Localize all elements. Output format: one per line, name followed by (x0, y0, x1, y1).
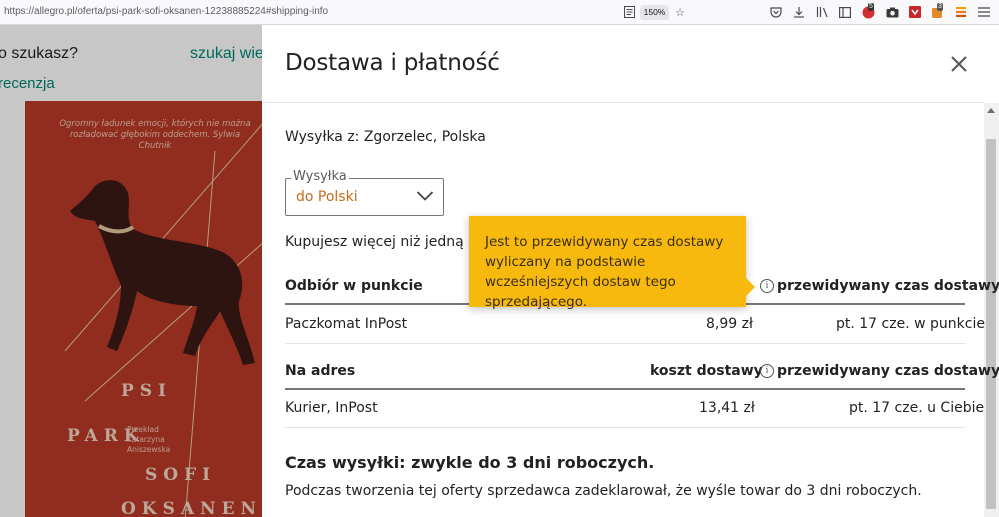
delivery-time: pt. 17 cze. u Ciebie (849, 400, 985, 416)
modal-header: Dostawa i płatność (262, 25, 984, 103)
row-divider (285, 343, 965, 344)
delivery-price: 8,99 zł (706, 316, 753, 332)
address-section-header: Na adres (285, 363, 356, 379)
modal-scrollbar[interactable] (984, 103, 999, 517)
dispatch-time-text: Podczas tworzenia tej oferty sprzedawca … (285, 483, 922, 499)
reader-view-icon[interactable] (622, 5, 636, 19)
close-icon (951, 56, 967, 72)
info-icon[interactable]: i (760, 364, 774, 378)
delivery-method-name: Kurier, InPost (285, 400, 378, 416)
scroll-thumb[interactable] (986, 139, 996, 509)
extension-badge-2: 3 (937, 3, 943, 11)
shipping-select-label: Wysyłka (291, 169, 349, 184)
shipping-from-text: Wysyłka z: Zgorzelec, Polska (285, 129, 486, 145)
modal-title: Dostawa i płatność (285, 50, 500, 76)
address-time-header: przewidywany czas dostawy (777, 363, 999, 379)
hamburger-menu-icon[interactable] (977, 5, 991, 19)
close-button[interactable] (948, 53, 970, 75)
row-divider (285, 427, 965, 428)
delivery-time-tooltip: Jest to przewidywany czas dostawy wylicz… (469, 216, 755, 310)
modal-overlay[interactable] (0, 25, 262, 517)
shipping-select-value: do Polski (296, 189, 358, 205)
zoom-level-button[interactable]: 150% (640, 5, 669, 20)
address-bar[interactable]: https://allegro.pl/oferta/psi-park-sofi-… (4, 6, 328, 17)
tooltip-text: Jest to przewidywany czas dostawy wylicz… (485, 234, 724, 310)
extension-badge: 5 (868, 3, 874, 11)
download-icon[interactable] (792, 5, 806, 19)
library-icon[interactable] (815, 5, 829, 19)
delivery-time: pt. 17 cze. w punkcie (836, 316, 985, 332)
tooltip-arrow (746, 278, 755, 296)
sidebar-icon[interactable] (838, 5, 852, 19)
chevron-down-icon (416, 191, 434, 201)
delivery-method-name: Paczkomat InPost (285, 316, 408, 332)
bookmark-star-icon[interactable]: ☆ (673, 5, 687, 19)
info-icon[interactable]: i (760, 279, 774, 293)
pocket-icon[interactable] (769, 5, 783, 19)
browser-toolbar: https://allegro.pl/oferta/psi-park-sofi-… (0, 0, 999, 25)
dispatch-time-title: Czas wysyłki: zwykle do 3 dni roboczych. (285, 453, 655, 472)
delivery-price: 13,41 zł (699, 400, 755, 416)
scroll-up-arrow-icon[interactable] (987, 108, 995, 113)
cost-column-header: koszt dostawy (650, 363, 763, 379)
layers-extension-icon[interactable] (954, 5, 968, 19)
table-header-divider (285, 388, 965, 390)
camera-extension-icon[interactable] (885, 5, 899, 19)
multi-buy-text: Kupujesz więcej niż jedną sztu (285, 234, 498, 250)
pickup-time-header: przewidywany czas dostawy (777, 278, 999, 294)
pickup-section-header: Odbiór w punkcie (285, 278, 423, 294)
save-extension-icon[interactable] (908, 5, 922, 19)
